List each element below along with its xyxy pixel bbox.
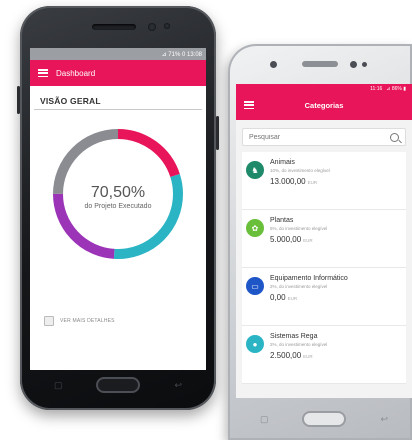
- category-share: 2%, do investimento elegível: [270, 342, 328, 347]
- recent-apps-key[interactable]: ▢: [54, 380, 63, 391]
- donut-value: 70,50%: [90, 184, 146, 201]
- category-item[interactable]: ✿ Plantas 5%, do investimento elegível 5.00…: [242, 210, 406, 268]
- category-amount: 0,00 EUR: [270, 293, 298, 302]
- categories-screen: 11:16 ⊿ 86% ▮ Categorias ♞ Animais 10%, do…: [236, 84, 412, 398]
- app-bar: Dashboard: [30, 60, 206, 86]
- home-button[interactable]: [96, 377, 141, 393]
- details-label: VER MAIS DETALHES: [60, 318, 115, 324]
- section-title: VISÃO GERAL: [34, 86, 202, 110]
- back-key[interactable]: ↩: [380, 414, 388, 425]
- search-input[interactable]: [249, 133, 369, 141]
- category-share: 10%, do investimento elegível: [270, 168, 330, 173]
- front-camera: [148, 23, 156, 31]
- currency-unit: EUR: [303, 238, 313, 243]
- app-bar: 11:16 ⊿ 86% ▮ Categorias: [236, 84, 412, 120]
- power-button: [216, 116, 219, 150]
- front-camera: [270, 61, 277, 68]
- donut-caption: do Projeto Executado: [84, 203, 152, 210]
- sensor: [164, 23, 170, 29]
- status-icons: ⊿ 86% ▮: [386, 86, 406, 92]
- search-icon[interactable]: [390, 132, 399, 142]
- status-text: ⊿ 71% 0 13:08: [161, 51, 202, 58]
- currency-unit: EUR: [307, 180, 318, 185]
- category-share: 2%, do investimento elegível: [270, 284, 328, 289]
- category-amount: 13.000,00 EUR: [270, 177, 318, 186]
- currency-unit: EUR: [303, 354, 313, 359]
- sensor: [350, 61, 357, 68]
- category-text: Plantas 5%, do investimento elegível 5.000…: [270, 217, 327, 260]
- category-name: Animais: [270, 159, 295, 166]
- category-text: Animais 10%, do investimento elegível 13.0…: [270, 159, 330, 202]
- water-drop-icon: ●: [246, 335, 264, 353]
- currency-unit: EUR: [287, 296, 298, 301]
- hardware-nav-bar: ▢ ↩: [236, 404, 412, 434]
- category-name: Plantas: [270, 217, 294, 224]
- plant-icon: ✿: [246, 219, 264, 237]
- computer-icon: ▭: [246, 277, 264, 295]
- see-more-details-link[interactable]: VER MAIS DETALHES: [44, 316, 115, 326]
- phone-categories: 11:16 ⊿ 86% ▮ Categorias ♞ Animais 10%, do…: [228, 44, 412, 440]
- dashboard-screen: ⊿ 71% 0 13:08 Dashboard VISÃO GERAL 70,5…: [30, 48, 206, 370]
- category-text: Sistemas Rega 2%, do investimento elegíve…: [270, 333, 327, 376]
- paw-icon: ♞: [246, 161, 264, 179]
- category-name: Equipamento Informático: [270, 275, 348, 282]
- category-item[interactable]: ● Sistemas Rega 2%, do investimento elegív…: [242, 326, 406, 384]
- status-bar: 11:16 ⊿ 86% ▮: [370, 86, 406, 92]
- category-item[interactable]: ♞ Animais 10%, do investimento elegível 13.…: [242, 152, 406, 210]
- status-time: 11:16: [370, 86, 383, 92]
- earpiece-speaker: [92, 24, 136, 30]
- category-list: ♞ Animais 10%, do investimento elegível 13.…: [242, 152, 406, 384]
- hardware-nav-bar: ▢ ↩: [30, 370, 206, 400]
- category-text: Equipamento Informático 2%, do investimen…: [270, 275, 348, 318]
- back-key[interactable]: ↩: [174, 380, 182, 391]
- app-bar-title: Categorias: [304, 101, 344, 110]
- category-amount: 2.500,00 EUR: [270, 351, 313, 360]
- details-icon: [44, 316, 54, 326]
- progress-donut: 70,50% do Projeto Executado: [30, 120, 206, 290]
- sensor: [362, 62, 367, 67]
- category-item[interactable]: ▭ Equipamento Informático 2%, do investime…: [242, 268, 406, 326]
- recent-apps-key[interactable]: ▢: [260, 414, 269, 425]
- status-bar: ⊿ 71% 0 13:08: [30, 48, 206, 60]
- menu-icon[interactable]: [38, 69, 48, 77]
- category-amount: 5.000,00 EUR: [270, 235, 313, 244]
- app-bar-title: Dashboard: [56, 68, 96, 78]
- category-name: Sistemas Rega: [270, 333, 318, 340]
- earpiece-speaker: [302, 61, 338, 67]
- donut-center: 70,50% do Projeto Executado: [30, 184, 206, 210]
- search-bar: [242, 128, 406, 146]
- phone-dashboard: ⊿ 71% 0 13:08 Dashboard VISÃO GERAL 70,5…: [17, 6, 219, 410]
- showcase: ⊿ 71% 0 13:08 Dashboard VISÃO GERAL 70,5…: [0, 0, 412, 440]
- home-button[interactable]: [302, 411, 347, 427]
- volume-button: [17, 86, 20, 114]
- category-share: 5%, do investimento elegível: [270, 226, 328, 231]
